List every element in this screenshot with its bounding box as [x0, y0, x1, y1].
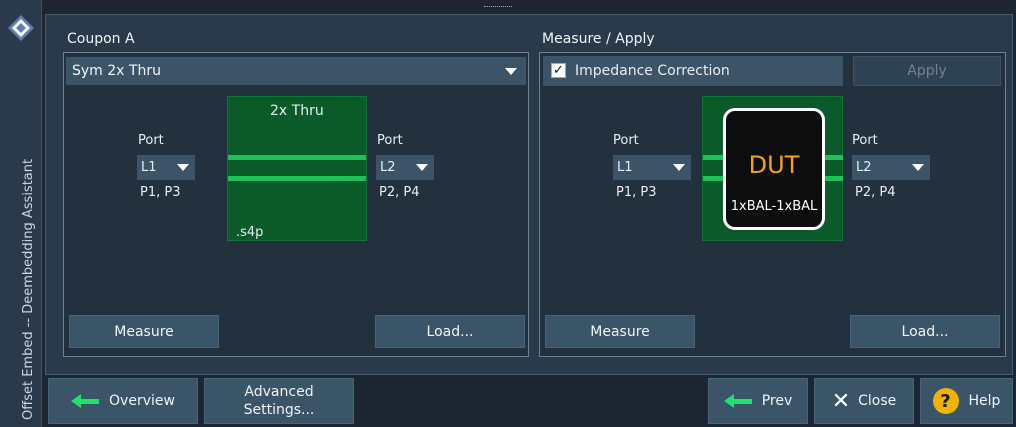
coupon-left-port-select[interactable]: L1 [137, 155, 195, 180]
thru-trace-lower [228, 176, 366, 181]
dut-label: DUT [748, 151, 800, 179]
sidebar: Offset Embed -- Deembedding Assistant [0, 0, 42, 427]
thru-file-ext: .s4p [236, 225, 264, 240]
apply-right-ports: P2, P4 [855, 185, 896, 200]
close-label: Close [858, 393, 897, 409]
sidebar-title: Offset Embed -- Deembedding Assistant [21, 158, 36, 420]
dut-trace-right-upper [823, 155, 843, 160]
thru-diagram-title: 2x Thru [270, 103, 324, 119]
overview-button[interactable]: Overview [48, 378, 198, 424]
advanced-label-line1: Advanced [244, 384, 314, 400]
apply-right-port-select[interactable]: L2 [852, 155, 930, 180]
close-icon: ✕ [831, 388, 851, 414]
rs-logo-icon [8, 15, 34, 41]
apply-left-port-select[interactable]: L1 [613, 155, 691, 180]
fixture-type-value: Sym 2x Thru [72, 63, 161, 79]
apply-left-port-label: Port [613, 133, 639, 148]
apply-left-ports: P1, P3 [616, 185, 657, 200]
impedance-correction-checkbox[interactable]: ✓ [551, 63, 566, 78]
advanced-label-line2: Settings... [243, 402, 315, 418]
coupon-load-button[interactable]: Load... [375, 315, 525, 348]
resize-grip[interactable] [484, 6, 512, 9]
coupon-group-label: Coupon A [67, 31, 135, 47]
dut-config: 1xBAL-1xBAL [730, 199, 818, 214]
chevron-down-icon [177, 164, 189, 171]
arrow-left-icon [723, 394, 752, 408]
prev-button[interactable]: Prev [708, 378, 808, 424]
chevron-down-icon [416, 164, 428, 171]
thru-diagram: 2x Thru .s4p [227, 96, 367, 241]
fixture-type-select[interactable]: Sym 2x Thru [66, 57, 526, 85]
coupon-right-port-value: L2 [380, 160, 396, 175]
arrow-left-icon [71, 394, 100, 408]
help-icon: ? [932, 388, 959, 414]
help-button[interactable]: ? Help [920, 378, 1013, 424]
overview-label: Overview [109, 393, 175, 409]
coupon-measure-button[interactable]: Measure [69, 315, 219, 348]
apply-left-port-value: L1 [617, 160, 633, 175]
coupon-right-port-label: Port [377, 133, 403, 148]
dut-trace-left-lower [703, 176, 725, 181]
apply-button[interactable]: Apply [853, 56, 1001, 86]
advanced-settings-button[interactable]: Advanced Settings... [204, 378, 354, 424]
apply-measure-button[interactable]: Measure [545, 315, 695, 348]
close-button[interactable]: ✕ Close [814, 378, 914, 424]
help-label: Help [968, 393, 1001, 409]
chevron-down-icon [912, 164, 924, 171]
dut-trace-right-lower [823, 176, 843, 181]
measure-apply-group-label: Measure / Apply [542, 31, 655, 47]
apply-right-port-label: Port [852, 133, 878, 148]
coupon-right-port-select[interactable]: L2 [376, 155, 434, 180]
chevron-down-icon [673, 164, 685, 171]
dut-chip: DUT 1xBAL-1xBAL [723, 108, 825, 230]
coupon-left-ports: P1, P3 [140, 185, 181, 200]
apply-right-port-value: L2 [856, 160, 872, 175]
impedance-correction-label: Impedance Correction [575, 63, 730, 79]
coupon-left-port-value: L1 [141, 160, 157, 175]
prev-label: Prev [761, 393, 793, 409]
thru-trace-upper [228, 155, 366, 160]
coupon-left-port-label: Port [138, 133, 164, 148]
chevron-down-icon [505, 68, 517, 75]
coupon-right-ports: P2, P4 [379, 185, 420, 200]
apply-load-button[interactable]: Load... [850, 315, 1000, 348]
dut-trace-left-upper [703, 155, 725, 160]
